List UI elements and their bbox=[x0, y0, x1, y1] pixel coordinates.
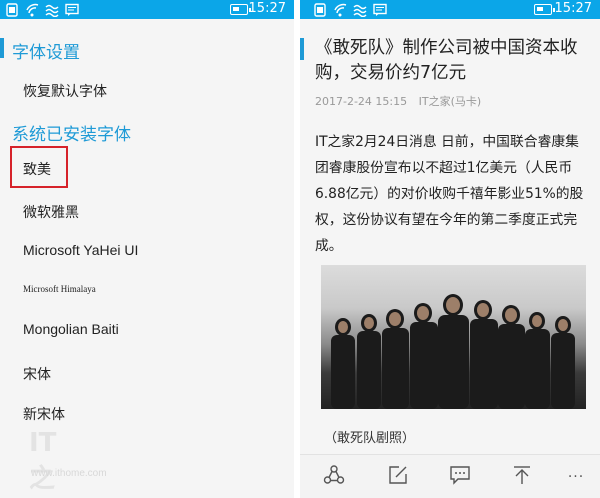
font-option-msyh[interactable]: 微软雅黑 bbox=[23, 202, 79, 222]
scroll-top-icon bbox=[511, 464, 533, 490]
photo-caption: （敢死队剧照） bbox=[324, 431, 416, 446]
status-time: 15:27 bbox=[248, 1, 286, 16]
font-settings-title: 字体设置 bbox=[12, 43, 80, 63]
share-icon bbox=[323, 464, 345, 490]
font-option-mongolian-baiti[interactable]: Mongolian Baiti bbox=[23, 321, 119, 337]
font-option-zhimei[interactable]: 致美 bbox=[23, 159, 51, 179]
share-button[interactable] bbox=[321, 464, 347, 490]
article-meta: 2017-2-24 15:15 IT之家(马卡) bbox=[315, 93, 481, 109]
article-body: IT之家2月24日消息 日前，中国联合睿康集团睿康股份宣布以不超过1亿美元（人民… bbox=[315, 134, 584, 254]
font-option-msyh-ui[interactable]: Microsoft YaHei UI bbox=[23, 242, 138, 258]
status-bar: 15:27 bbox=[0, 0, 294, 19]
section-accent-bar bbox=[0, 38, 4, 58]
edit-icon bbox=[387, 464, 409, 490]
reset-default-font-button[interactable]: 恢复默认字体 bbox=[23, 81, 107, 101]
watermark-url: www.ithome.com bbox=[31, 468, 107, 479]
font-settings-screen: 15:27 字体设置 恢复默认字体 系统已安装字体 致美 微软雅黑 Micros… bbox=[0, 0, 294, 498]
scroll-top-button[interactable] bbox=[509, 464, 535, 490]
article-source[interactable]: IT之家(马卡) bbox=[419, 95, 482, 108]
headline-accent-bar bbox=[300, 38, 304, 60]
font-option-songti[interactable]: 宋体 bbox=[23, 364, 51, 384]
article-view: 《敢死队》制作公司被中国资本收购，交易价约7亿元 2017-2-24 15:15… bbox=[300, 19, 600, 454]
article-date: 2017-2-24 15:15 bbox=[315, 95, 408, 108]
comment-button[interactable] bbox=[447, 464, 473, 490]
battery-icon bbox=[230, 4, 251, 15]
installed-fonts-title: 系统已安装字体 bbox=[12, 125, 131, 145]
status-bar: 15:27 bbox=[300, 0, 600, 19]
status-time: 15:27 bbox=[554, 1, 592, 16]
article-headline: 《敢死队》制作公司被中国资本收购，交易价约7亿元 bbox=[315, 38, 578, 83]
watermark-logo: IT之 bbox=[29, 428, 57, 494]
article-photo bbox=[321, 265, 586, 409]
comment-icon bbox=[449, 464, 471, 490]
battery-icon bbox=[534, 4, 555, 15]
font-option-nsimsun[interactable]: 新宋体 bbox=[23, 404, 65, 424]
more-button[interactable]: ··· bbox=[563, 464, 589, 490]
font-option-himalaya[interactable]: Microsoft Himalaya bbox=[23, 284, 96, 294]
edit-button[interactable] bbox=[385, 464, 411, 490]
article-screen: 15:27 《敢死队》制作公司被中国资本收购，交易价约7亿元 2017-2-24… bbox=[300, 0, 600, 498]
article-toolbar: ··· bbox=[300, 454, 600, 498]
font-settings-list: 字体设置 恢复默认字体 系统已安装字体 致美 微软雅黑 Microsoft Ya… bbox=[0, 19, 294, 498]
